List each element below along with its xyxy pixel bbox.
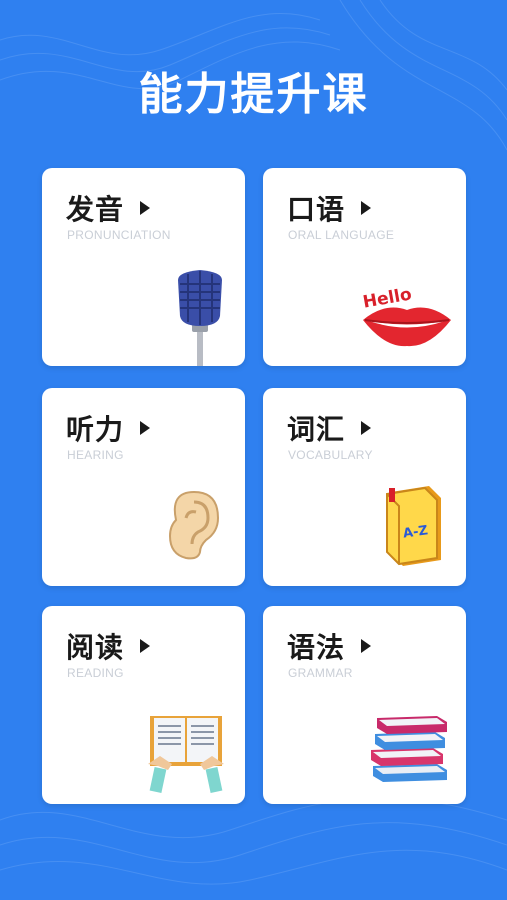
play-arrow-icon: [361, 421, 372, 435]
hearing-card[interactable]: 听力 HEARING: [42, 388, 245, 586]
play-arrow-icon: [140, 201, 151, 215]
play-arrow-icon: [361, 201, 372, 215]
pronunciation-card[interactable]: 发音 PRONUNCIATION: [42, 168, 245, 366]
dictionary-book-icon: A-Z: [386, 486, 441, 566]
card-title: 发音: [66, 193, 125, 226]
oral-language-card[interactable]: 口语 ORAL LANGUAGE Hello: [263, 168, 466, 366]
card-subtitle: VOCABULARY: [288, 448, 373, 462]
lips-hello-icon: Hello: [361, 284, 451, 347]
card-title: 语法: [287, 631, 346, 664]
card-title: 口语: [287, 193, 346, 226]
book-stack-icon: [371, 716, 447, 782]
card-title: 听力: [66, 413, 125, 446]
microphone-icon: [178, 270, 222, 366]
play-arrow-icon: [140, 421, 151, 435]
card-subtitle: HEARING: [67, 448, 124, 462]
card-subtitle: GRAMMAR: [288, 666, 353, 680]
card-subtitle: READING: [67, 666, 124, 680]
card-subtitle: PRONUNCIATION: [67, 228, 171, 242]
vocabulary-card[interactable]: 词汇 VOCABULARY A-Z: [263, 388, 466, 586]
card-title: 阅读: [66, 631, 125, 664]
page-title: 能力提升课: [138, 69, 369, 120]
card-subtitle: ORAL LANGUAGE: [288, 228, 395, 242]
grammar-card[interactable]: 语法 GRAMMAR: [263, 606, 466, 804]
card-title: 词汇: [287, 413, 346, 446]
open-book-icon: [148, 716, 224, 793]
play-arrow-icon: [140, 639, 151, 653]
reading-card[interactable]: 阅读 READING: [42, 606, 245, 804]
ear-icon: [168, 490, 220, 560]
play-arrow-icon: [361, 639, 372, 653]
